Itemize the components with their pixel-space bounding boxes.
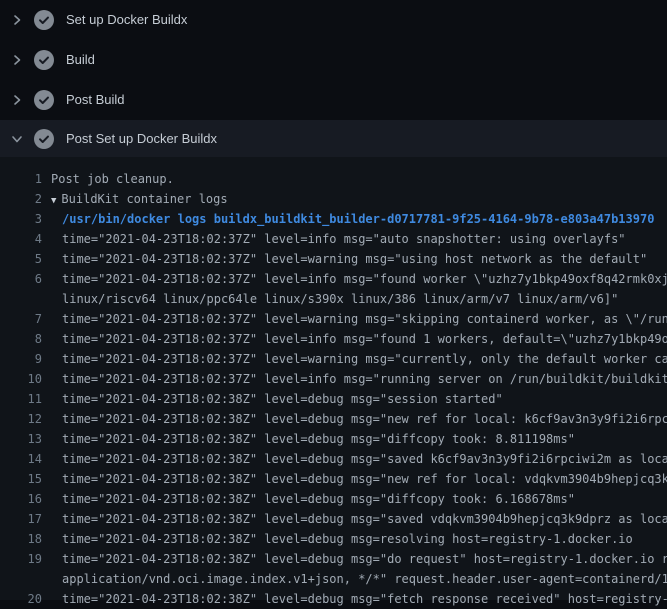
log-line-number[interactable]: 17 — [0, 509, 42, 529]
log-line-text: time="2021-04-23T18:02:37Z" level=info m… — [62, 332, 667, 346]
log-line-text: time="2021-04-23T18:02:37Z" level=info m… — [62, 232, 626, 246]
log-line-number[interactable]: 11 — [0, 389, 42, 409]
log-line-text: time="2021-04-23T18:02:38Z" level=debug … — [62, 452, 667, 466]
log-line: 13 time="2021-04-23T18:02:38Z" level=deb… — [0, 429, 667, 449]
log-line-text: time="2021-04-23T18:02:38Z" level=debug … — [62, 392, 503, 406]
log-line-text: BuildKit container logs — [61, 192, 227, 206]
log-line-text: time="2021-04-23T18:02:38Z" level=debug … — [62, 472, 667, 486]
log-line: 9 time="2021-04-23T18:02:37Z" level=warn… — [0, 349, 667, 369]
log-line-text: time="2021-04-23T18:02:38Z" level=debug … — [62, 492, 575, 506]
log-line: 19 time="2021-04-23T18:02:38Z" level=deb… — [0, 549, 667, 569]
check-circle-icon — [34, 50, 54, 70]
log-line-number[interactable]: 3 — [0, 209, 42, 229]
log-line-number[interactable] — [0, 289, 42, 309]
log-line: 5 time="2021-04-23T18:02:37Z" level=warn… — [0, 249, 667, 269]
check-circle-icon — [34, 129, 54, 149]
step-row-build[interactable]: Build — [0, 40, 667, 80]
log-line-number[interactable]: 12 — [0, 409, 42, 429]
log-line: 8 time="2021-04-23T18:02:37Z" level=info… — [0, 329, 667, 349]
step-row-post-build[interactable]: Post Build — [0, 80, 667, 120]
log-line: 18 time="2021-04-23T18:02:38Z" level=deb… — [0, 529, 667, 549]
step-row-set-up-docker-buildx[interactable]: Set up Docker Buildx — [0, 0, 667, 40]
log-line-text: time="2021-04-23T18:02:38Z" level=debug … — [62, 512, 667, 526]
log-line-text: /usr/bin/docker logs buildx_buildkit_bui… — [62, 212, 654, 226]
log-line-number[interactable] — [0, 569, 42, 589]
log-line: 10 time="2021-04-23T18:02:37Z" level=inf… — [0, 369, 667, 389]
log-line-text: time="2021-04-23T18:02:38Z" level=debug … — [62, 412, 667, 426]
log-line-number[interactable]: 19 — [0, 549, 42, 569]
log-line-number[interactable]: 16 — [0, 489, 42, 509]
log-line: application/vnd.oci.image.index.v1+json,… — [0, 569, 667, 589]
chevron-icon — [0, 14, 34, 26]
log-line: linux/riscv64 linux/ppc64le linux/s390x … — [0, 289, 667, 309]
log-line: 2 ▼ BuildKit container logs — [0, 189, 667, 209]
log-line-text: time="2021-04-23T18:02:38Z" level=debug … — [62, 532, 633, 546]
log-line-number[interactable]: 1 — [0, 169, 42, 189]
step-label: Set up Docker Buildx — [66, 12, 187, 28]
collapse-triangle-icon[interactable]: ▼ — [51, 196, 56, 206]
log-line: 3 /usr/bin/docker logs buildx_buildkit_b… — [0, 209, 667, 229]
log-line: 15 time="2021-04-23T18:02:38Z" level=deb… — [0, 469, 667, 489]
log-line-number[interactable]: 9 — [0, 349, 42, 369]
log-line-text: time="2021-04-23T18:02:37Z" level=info m… — [62, 372, 667, 386]
log-line-number[interactable]: 5 — [0, 249, 42, 269]
log-line-text: time="2021-04-23T18:02:37Z" level=warnin… — [62, 352, 667, 366]
log-line: 14 time="2021-04-23T18:02:38Z" level=deb… — [0, 449, 667, 469]
step-label: Post Set up Docker Buildx — [66, 131, 217, 147]
check-circle-icon — [34, 90, 54, 110]
log-line-text: time="2021-04-23T18:02:37Z" level=warnin… — [62, 252, 647, 266]
log-line-number[interactable]: 7 — [0, 309, 42, 329]
log-line-number[interactable]: 20 — [0, 589, 42, 609]
log-line: 7 time="2021-04-23T18:02:37Z" level=warn… — [0, 309, 667, 329]
log-line-text: time="2021-04-23T18:02:38Z" level=debug … — [62, 552, 667, 566]
log-line-text: time="2021-04-23T18:02:37Z" level=warnin… — [62, 312, 667, 326]
log-line: 4 time="2021-04-23T18:02:37Z" level=info… — [0, 229, 667, 249]
log-line: 1 Post job cleanup. — [0, 169, 667, 189]
log-line-text: application/vnd.oci.image.index.v1+json,… — [62, 572, 667, 586]
log-line: 20 time="2021-04-23T18:02:38Z" level=deb… — [0, 589, 667, 609]
log-line-number[interactable]: 4 — [0, 229, 42, 249]
log-line-number[interactable]: 10 — [0, 369, 42, 389]
log-line-text: time="2021-04-23T18:02:38Z" level=debug … — [62, 592, 667, 606]
log-line-number[interactable]: 6 — [0, 269, 42, 289]
log-line-text: linux/riscv64 linux/ppc64le linux/s390x … — [62, 292, 618, 306]
log-line: 11 time="2021-04-23T18:02:38Z" level=deb… — [0, 389, 667, 409]
log-line-number[interactable]: 2 — [0, 189, 42, 209]
log-line: 16 time="2021-04-23T18:02:38Z" level=deb… — [0, 489, 667, 509]
step-row-post-set-up-docker-buildx[interactable]: Post Set up Docker Buildx — [0, 120, 667, 157]
chevron-icon — [0, 54, 34, 66]
chevron-icon — [0, 133, 34, 145]
step-label: Build — [66, 52, 95, 68]
log-line-number[interactable]: 18 — [0, 529, 42, 549]
log-line-number[interactable]: 13 — [0, 429, 42, 449]
log-line-text: Post job cleanup. — [51, 172, 174, 186]
log-panel: 1 Post job cleanup. 2 ▼ BuildKit containe… — [0, 157, 667, 600]
check-circle-icon — [34, 10, 54, 30]
log-line-number[interactable]: 14 — [0, 449, 42, 469]
log-line-text: time="2021-04-23T18:02:37Z" level=info m… — [62, 272, 667, 286]
log-line-number[interactable]: 8 — [0, 329, 42, 349]
log-line: 12 time="2021-04-23T18:02:38Z" level=deb… — [0, 409, 667, 429]
log-line: 6 time="2021-04-23T18:02:37Z" level=info… — [0, 269, 667, 289]
chevron-icon — [0, 94, 34, 106]
log-line: 17 time="2021-04-23T18:02:38Z" level=deb… — [0, 509, 667, 529]
log-line-number[interactable]: 15 — [0, 469, 42, 489]
steps-list: Set up Docker Buildx Build P — [0, 0, 667, 157]
log-line-text: time="2021-04-23T18:02:38Z" level=debug … — [62, 432, 575, 446]
step-label: Post Build — [66, 92, 125, 108]
